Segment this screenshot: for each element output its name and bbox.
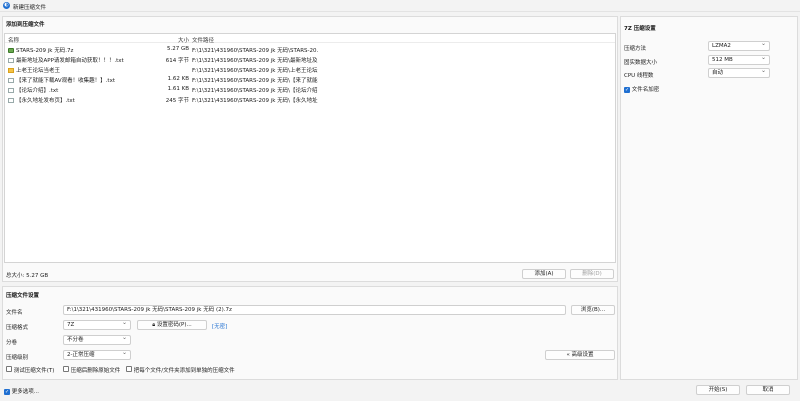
set-password-button[interactable]: 🔒︎ 设置密码(P)...: [137, 320, 207, 330]
header-name[interactable]: 名称: [8, 36, 146, 44]
filename-label: 文件名: [6, 310, 23, 316]
file-path: F:\1\321\431960\STARS-209 jk 无码\【永久地址...: [192, 98, 318, 104]
threads-select[interactable]: 自动: [708, 68, 770, 78]
total-size: 总大小: 5.27 GB: [6, 273, 49, 279]
advanced-settings-button[interactable]: « 高级设置: [545, 350, 615, 360]
delete-button[interactable]: 删除(D): [570, 269, 614, 279]
separate-archives-label: 把每个文件/文件夹添加到单独的压缩文件: [133, 368, 235, 374]
lock-icon: 🔒︎: [152, 322, 156, 328]
browse-button[interactable]: 浏览(B)...: [571, 305, 615, 315]
set-password-label: 设置密码(P)...: [156, 322, 192, 328]
file-name: STARS-209 jk 无码.7z: [16, 48, 74, 54]
encrypt-names-checkbox[interactable]: ✓: [624, 87, 630, 93]
file-path: F:\1\321\431960\STARS-209 jk 无码\上老王论坛...: [192, 68, 318, 74]
list-item[interactable]: 【永久地址发布页】.txt 245 字节 F:\1\321\431960\STA…: [5, 95, 615, 104]
file-list[interactable]: 名称 大小 文件路径 STARS-209 jk 无码.7z 5.27 GB F:…: [4, 33, 616, 263]
dict-label: 固实数据大小: [624, 60, 658, 66]
cancel-button[interactable]: 取消: [746, 385, 790, 395]
threads-label: CPU 线程数: [624, 73, 654, 79]
list-item[interactable]: 上老王论坛当老王 F:\1\321\431960\STARS-209 jk 无码…: [5, 65, 615, 74]
more-options-checkbox[interactable]: ✓: [4, 389, 10, 395]
folder-icon: [8, 68, 14, 73]
text-file-icon: [8, 88, 14, 93]
test-archive-option[interactable]: 测试压缩文件(T): [6, 366, 54, 374]
test-archive-label: 测试压缩文件(T): [13, 368, 55, 374]
delete-after-checkbox[interactable]: [63, 366, 69, 372]
text-file-icon: [8, 78, 14, 83]
file-path: F:\1\321\431960\STARS-209 jk 无码\STARS-20…: [192, 48, 318, 54]
text-file-icon: [8, 98, 14, 103]
more-options-label: 更多选项...: [11, 389, 39, 395]
text-file-icon: [8, 58, 14, 63]
list-item[interactable]: 最新地址及APP请发邮箱自动获取！！！.txt 614 字节 F:\1\321\…: [5, 55, 615, 64]
test-archive-checkbox[interactable]: [6, 366, 12, 372]
level-label: 压缩级别: [6, 355, 29, 361]
file-name: 【来了就能下载AV观看！收集趣！】.txt: [16, 78, 115, 84]
archive-file-icon: [8, 48, 14, 53]
file-size: 5.27 GB: [166, 46, 189, 52]
file-list-header: 名称 大小 文件路径: [5, 34, 615, 44]
file-size: 245 字节: [165, 98, 189, 104]
file-name: 【论坛介绍】.txt: [16, 88, 59, 94]
more-options-toggle[interactable]: ✓ 更多选项...: [4, 387, 39, 395]
file-name: 上老王论坛当老王: [16, 68, 61, 74]
delete-after-option[interactable]: 压缩后删除原始文件: [63, 366, 120, 374]
filename-input[interactable]: F:\1\321\431960\STARS-209 jk 无码\STARS-20…: [63, 305, 566, 315]
separate-archives-option[interactable]: 把每个文件/文件夹添加到单独的压缩文件: [126, 366, 235, 374]
start-button[interactable]: 开始(S): [696, 385, 740, 395]
method-label: 压缩方法: [624, 46, 647, 52]
split-select[interactable]: 不分卷: [63, 335, 131, 345]
header-size[interactable]: 大小: [145, 36, 189, 44]
add-section-title: 添加到压缩文件: [6, 22, 45, 28]
file-path: F:\1\321\431960\STARS-209 jk 无码\最新地址及...: [192, 58, 318, 64]
list-item[interactable]: 【论坛介绍】.txt 1.61 KB F:\1\321\431960\STARS…: [5, 85, 615, 94]
file-name: 最新地址及APP请发邮箱自动获取！！！.txt: [16, 58, 124, 64]
file-size: 614 字节: [165, 58, 189, 64]
encrypt-names-label: 文件名加密: [631, 87, 660, 93]
file-path: F:\1\321\431960\STARS-209 jk 无码\【来了就能...: [192, 78, 318, 84]
title-bar: ◐ 新建压缩文件: [0, 0, 800, 12]
file-path: F:\1\321\431960\STARS-209 jk 无码\【论坛介绍...: [192, 88, 318, 94]
encrypt-names-option[interactable]: ✓ 文件名加密: [624, 85, 659, 93]
header-path[interactable]: 文件路径: [192, 36, 318, 44]
split-label: 分卷: [6, 340, 18, 346]
method-select[interactable]: LZMA2: [708, 41, 770, 51]
format-label: 压缩格式: [6, 325, 29, 331]
add-button[interactable]: 添加(A): [522, 269, 566, 279]
window-title: 新建压缩文件: [13, 5, 47, 11]
list-item[interactable]: STARS-209 jk 无码.7z 5.27 GB F:\1\321\4319…: [5, 45, 615, 54]
file-name: 【永久地址发布页】.txt: [16, 98, 75, 104]
dict-select[interactable]: 512 MB: [708, 55, 770, 65]
settings-section-title: 压缩文件设置: [6, 293, 40, 299]
separate-archives-checkbox[interactable]: [126, 366, 132, 372]
encryption-status: [无密]: [212, 324, 228, 330]
format-select[interactable]: 7Z: [63, 320, 131, 330]
delete-after-label: 压缩后删除原始文件: [70, 368, 121, 374]
file-size: 1.61 KB: [167, 86, 189, 92]
list-item[interactable]: 【来了就能下载AV观看！收集趣！】.txt 1.62 KB F:\1\321\4…: [5, 75, 615, 84]
right-panel-title: 7Z 压缩设置: [624, 26, 656, 32]
file-size: 1.62 KB: [167, 76, 189, 82]
app-icon: ◐: [3, 2, 10, 9]
level-select[interactable]: 2-正常压缩: [63, 350, 131, 360]
